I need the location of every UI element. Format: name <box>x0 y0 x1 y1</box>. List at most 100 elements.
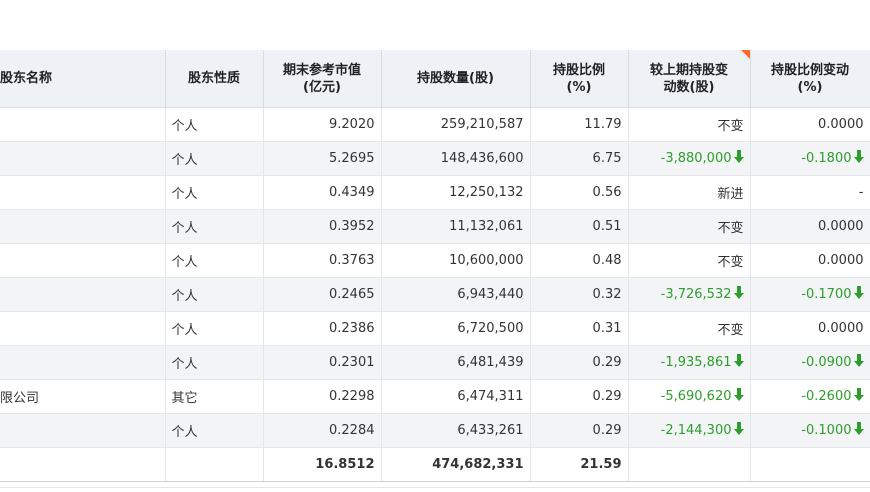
holding-ratio-cell: 0.29 <box>530 345 629 380</box>
ratio-change-cell: -0.1800 <box>750 141 870 176</box>
total-market-value: 16.8512 <box>263 447 382 482</box>
share-count-cell: 259,210,587 <box>381 107 531 142</box>
table-row[interactable]: 个人 0.2284 6,433,261 0.29 -2,144,300 -0.1000 <box>0 413 870 448</box>
arrow-down-icon <box>733 422 744 435</box>
shareholder-name-cell <box>0 107 166 142</box>
shareholder-type-cell: 个人 <box>165 311 264 346</box>
shareholder-type-cell: 个人 <box>165 413 264 448</box>
holding-ratio-cell: 0.31 <box>530 311 629 346</box>
market-value-cell: 0.3952 <box>263 209 382 244</box>
holding-ratio-cell: 0.51 <box>530 209 629 244</box>
table-row[interactable]: 个人 9.2020 259,210,587 11.79 不变 0.0000 <box>0 107 870 142</box>
arrow-down-icon <box>733 150 744 163</box>
arrow-down-icon <box>853 388 864 401</box>
holding-ratio-cell: 0.29 <box>530 379 629 414</box>
ratio-change-value: -0.1800 <box>801 151 852 166</box>
share-change-cell: -3,726,532 <box>628 277 751 312</box>
share-change-cell: -3,880,000 <box>628 141 751 176</box>
market-value-cell: 0.2465 <box>263 277 382 312</box>
share-change-cell: 不变 <box>628 107 751 142</box>
share-change-cell: 不变 <box>628 243 751 278</box>
arrow-down-icon <box>853 150 864 163</box>
ratio-change-value: 0.0000 <box>818 117 864 132</box>
share-count-cell: 11,132,061 <box>381 209 531 244</box>
table-row[interactable]: 个人 0.2386 6,720,500 0.31 不变 0.0000 <box>0 311 870 346</box>
shareholder-name-cell <box>0 413 166 448</box>
holding-ratio-cell: 0.32 <box>530 277 629 312</box>
market-value-cell: 5.2695 <box>263 141 382 176</box>
table-row[interactable]: 限公司 其它 0.2298 6,474,311 0.29 -5,690,620 -0.260… <box>0 379 870 414</box>
shareholder-name-cell: 限公司 <box>0 379 166 414</box>
table-header-row: 股东名称 股东性质 期末参考市值 (亿元) 持股数量(股) 持股比例 (%) 较上期… <box>0 50 870 108</box>
share-change-cell: 不变 <box>628 311 751 346</box>
header-share-count[interactable]: 持股数量(股) <box>381 50 531 108</box>
ratio-change-cell: 0.0000 <box>750 311 870 346</box>
holding-ratio-cell: 0.56 <box>530 175 629 210</box>
ratio-change-cell: - <box>750 175 870 210</box>
shareholder-name-cell <box>0 345 166 380</box>
header-shareholder-name[interactable]: 股东名称 <box>0 50 166 108</box>
shareholder-type-cell: 个人 <box>165 141 264 176</box>
share-change-value: -5,690,620 <box>660 389 732 404</box>
market-value-cell: 0.4349 <box>263 175 382 210</box>
header-holding-ratio[interactable]: 持股比例 (%) <box>530 50 629 108</box>
share-change-value: 不变 <box>717 119 744 134</box>
share-change-cell: -5,690,620 <box>628 379 751 414</box>
holding-ratio-cell: 11.79 <box>530 107 629 142</box>
ratio-change-cell: -0.1000 <box>750 413 870 448</box>
share-count-cell: 6,720,500 <box>381 311 531 346</box>
ratio-change-cell: 0.0000 <box>750 107 870 142</box>
holding-ratio-cell: 0.29 <box>530 413 629 448</box>
header-text: 持股比例变动 (%) <box>770 62 849 95</box>
share-change-value: 不变 <box>717 323 744 338</box>
market-value-cell: 0.3763 <box>263 243 382 278</box>
share-change-value: -3,726,532 <box>660 287 732 302</box>
share-count-cell: 12,250,132 <box>381 175 531 210</box>
ratio-change-cell: 0.0000 <box>750 209 870 244</box>
table-row[interactable]: 个人 0.2465 6,943,440 0.32 -3,726,532 -0.1700 <box>0 277 870 312</box>
share-count-cell: 6,474,311 <box>381 379 531 414</box>
arrow-down-icon <box>853 354 864 367</box>
share-change-value: -1,935,861 <box>660 355 732 370</box>
share-count-cell: 6,433,261 <box>381 413 531 448</box>
share-count-cell: 6,481,439 <box>381 345 531 380</box>
corner-flag-icon <box>740 50 750 59</box>
table-row[interactable]: 个人 0.2301 6,481,439 0.29 -1,935,861 -0.0900 <box>0 345 870 380</box>
share-change-value: 不变 <box>717 221 744 236</box>
arrow-down-icon <box>853 286 864 299</box>
header-shareholder-type[interactable]: 股东性质 <box>165 50 264 108</box>
arrow-down-icon <box>733 354 744 367</box>
share-count-cell: 148,436,600 <box>381 141 531 176</box>
header-share-change[interactable]: 较上期持股变 动数(股) <box>628 50 751 108</box>
market-value-cell: 0.2301 <box>263 345 382 380</box>
total-row: 16.8512 474,682,331 21.59 <box>0 447 870 482</box>
shareholder-name-cell <box>0 311 166 346</box>
ratio-change-value: -0.1000 <box>801 423 852 438</box>
ratio-change-cell: -0.1700 <box>750 277 870 312</box>
ratio-change-value: -0.0900 <box>801 355 852 370</box>
market-value-cell: 0.2284 <box>263 413 382 448</box>
share-change-value: -3,880,000 <box>660 151 732 166</box>
market-value-cell: 0.2298 <box>263 379 382 414</box>
holding-ratio-cell: 0.48 <box>530 243 629 278</box>
holding-ratio-cell: 6.75 <box>530 141 629 176</box>
header-market-value[interactable]: 期末参考市值 (亿元) <box>263 50 382 108</box>
ratio-change-cell: -0.0900 <box>750 345 870 380</box>
share-change-value: -2,144,300 <box>660 423 732 438</box>
arrow-down-icon <box>853 422 864 435</box>
shareholder-type-cell: 个人 <box>165 243 264 278</box>
total-share-count: 474,682,331 <box>381 447 531 482</box>
ratio-change-cell: 0.0000 <box>750 243 870 278</box>
header-ratio-change[interactable]: 持股比例变动 (%) <box>750 50 870 108</box>
table-row[interactable]: 个人 0.3952 11,132,061 0.51 不变 0.0000 <box>0 209 870 244</box>
ratio-change-cell: -0.2600 <box>750 379 870 414</box>
total-type-cell <box>165 447 264 482</box>
shareholder-name-cell <box>0 243 166 278</box>
ratio-change-value: 0.0000 <box>818 253 864 268</box>
table-row[interactable]: 个人 0.3763 10,600,000 0.48 不变 0.0000 <box>0 243 870 278</box>
ratio-change-value: -0.1700 <box>801 287 852 302</box>
table-row[interactable]: 个人 0.4349 12,250,132 0.56 新进 - <box>0 175 870 210</box>
shareholder-table-container: 股东名称 股东性质 期末参考市值 (亿元) 持股数量(股) 持股比例 (%) 较上期… <box>0 50 870 482</box>
share-change-cell: 新进 <box>628 175 751 210</box>
table-row[interactable]: 个人 5.2695 148,436,600 6.75 -3,880,000 -0.1800 <box>0 141 870 176</box>
